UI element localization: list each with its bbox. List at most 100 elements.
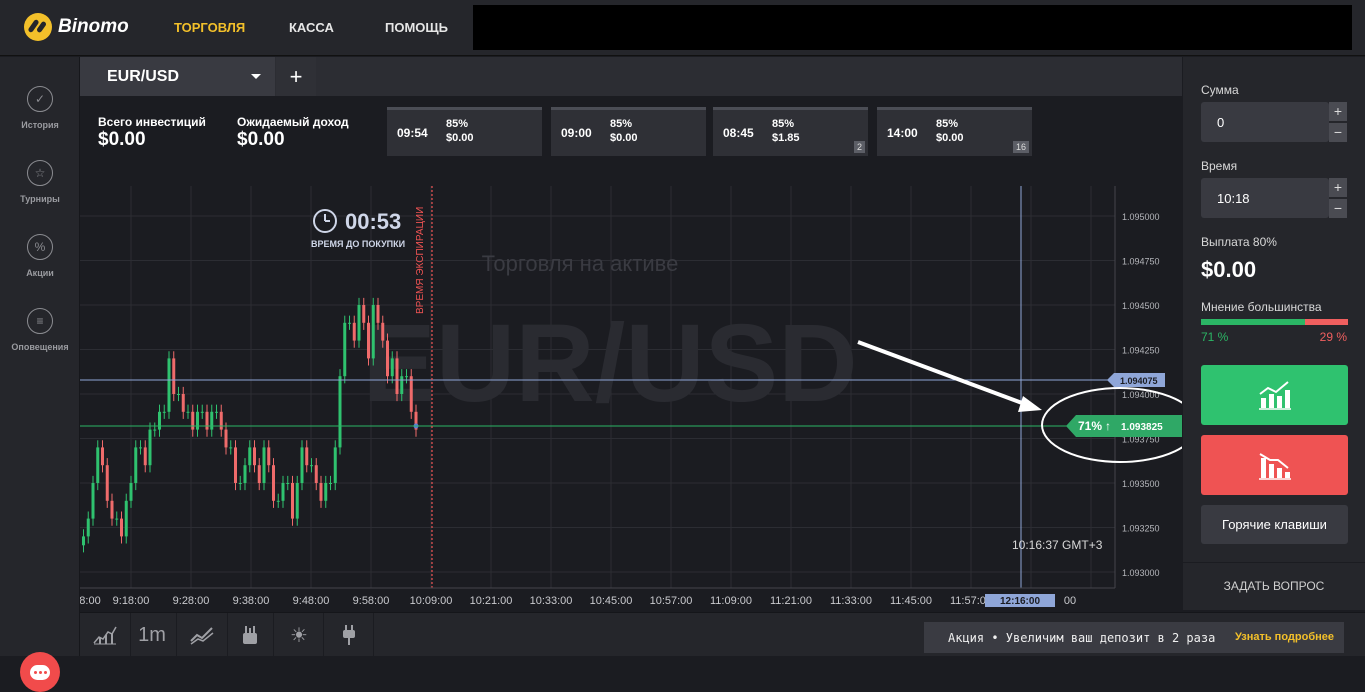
x-tick-label: 11:33:00 xyxy=(830,595,872,607)
chart-down-icon xyxy=(1258,453,1291,480)
candle-body xyxy=(115,518,119,520)
time-label: Время xyxy=(1201,159,1238,173)
annotation-arrowhead xyxy=(1018,396,1042,412)
sidebar-item-notifications[interactable]: ≡ Оповещения xyxy=(0,308,80,352)
redacted-area xyxy=(473,5,1352,50)
candle-body xyxy=(186,411,190,413)
binomo-logo[interactable]: Binomo xyxy=(24,13,129,41)
nav-cashier[interactable]: КАССА xyxy=(289,20,334,35)
annotation-arrow xyxy=(857,340,1031,408)
majority-tag: 71% xyxy=(1078,419,1102,433)
plugin-icon[interactable] xyxy=(330,620,368,650)
candle-body xyxy=(139,447,142,449)
sidebar-item-promotions[interactable]: % Акции xyxy=(0,234,80,278)
sidebar-item-history[interactable]: ✓ История xyxy=(0,86,80,130)
promo-text: Акция • Увеличим ваш депозит в 2 раза xyxy=(948,630,1216,645)
put-down-button[interactable] xyxy=(1201,435,1348,495)
candle-body xyxy=(409,376,413,412)
call-up-button[interactable] xyxy=(1201,365,1348,425)
drawing-tools-icon[interactable] xyxy=(231,620,269,650)
x-tick-label: 10:57:00 xyxy=(650,595,693,607)
watermark-subtitle: Торговля на активе xyxy=(482,251,679,276)
chart-area[interactable]: Всего инвестиций $0.00 Ожидаемый доход $… xyxy=(80,96,1182,610)
promo-more-link[interactable]: Узнать подробнее xyxy=(1235,631,1334,643)
candle-body xyxy=(324,483,328,501)
candle-body xyxy=(352,322,356,341)
candle-body xyxy=(105,465,109,501)
time-input[interactable]: 10:18 xyxy=(1201,178,1329,218)
x-tick-label: 9:48:00 xyxy=(293,595,330,607)
time-increase-button[interactable]: + xyxy=(1329,178,1347,197)
asset-tabs: EUR/USD + xyxy=(80,57,1182,96)
candle-body xyxy=(243,465,247,483)
majority-up-value: 71 % xyxy=(1201,330,1229,344)
add-tab-button[interactable]: + xyxy=(276,57,316,96)
time-decrease-button[interactable]: − xyxy=(1329,199,1347,218)
majority-bar-down xyxy=(1305,319,1348,325)
area-chart-icon[interactable] xyxy=(86,620,124,650)
candle-body xyxy=(238,483,242,484)
candle-body xyxy=(86,518,90,537)
candle-body xyxy=(167,358,171,412)
candle-body xyxy=(191,411,195,430)
sidebar-item-label: Акции xyxy=(26,268,54,278)
candle-body xyxy=(129,483,133,501)
candle-body xyxy=(177,394,180,395)
x-tick-label: 10:09:00 xyxy=(410,595,453,607)
sum-decrease-button[interactable]: − xyxy=(1329,123,1347,142)
y-tick-label: 1.093000 xyxy=(1122,568,1160,578)
candle-body xyxy=(257,465,261,483)
candle-body xyxy=(229,447,233,449)
candle-body xyxy=(286,483,290,484)
x-tick-label: 9:38:00 xyxy=(233,595,270,607)
candle-body xyxy=(362,305,366,323)
candle-body xyxy=(338,376,342,448)
candle-body xyxy=(295,483,299,519)
candle-body xyxy=(348,322,351,324)
theme-sun-icon[interactable]: ☀ xyxy=(280,620,318,650)
majority-bar-up xyxy=(1201,319,1306,325)
candle-body xyxy=(300,447,304,483)
tab-eurusd[interactable]: EUR/USD xyxy=(80,57,275,96)
sum-increase-button[interactable]: + xyxy=(1329,102,1347,121)
percent-icon: % xyxy=(27,234,53,260)
price-chart[interactable]: Торговля на активе EUR/USD ВРЕМЯ ЭКСПИРА… xyxy=(80,96,1182,610)
sidebar-item-label: Оповещения xyxy=(11,342,69,352)
sidebar-item-tournaments[interactable]: ☆ Турниры xyxy=(0,160,80,204)
x-tick-label: 10:33:00 xyxy=(530,595,573,607)
majority-label: Мнение большинства xyxy=(1201,300,1322,314)
nav-trading[interactable]: ТОРГОВЛЯ xyxy=(174,20,245,35)
x-tick-label: 8:00 xyxy=(80,595,101,607)
bottom-toolbar: 1m ☀ Акция • Увеличим ваш депозит в 2 ра… xyxy=(80,612,1365,657)
indicators-icon[interactable] xyxy=(183,620,221,650)
candle-body xyxy=(148,429,152,466)
candle-body xyxy=(367,322,370,359)
expiration-label: ВРЕМЯ ЭКСПИРАЦИИ xyxy=(415,207,426,314)
purchase-timer-label: ВРЕМЯ ДО ПОКУПКИ xyxy=(311,239,405,249)
trade-panel: Сумма 0 + − Время 10:18 + − Выплата 80% … xyxy=(1183,57,1365,610)
candle-body xyxy=(91,483,95,519)
chat-button[interactable] xyxy=(20,652,60,692)
sidebar-item-label: Турниры xyxy=(20,194,60,204)
promo-banner[interactable]: Акция • Увеличим ваш депозит в 2 раза Уз… xyxy=(924,622,1344,653)
candle-body xyxy=(143,447,147,466)
nav-help[interactable]: ПОМОЩЬ xyxy=(385,20,448,35)
candle-body xyxy=(272,465,275,501)
payout-value: $0.00 xyxy=(1201,257,1257,282)
candle-body xyxy=(386,340,389,377)
sidebar: ✓ История ☆ Турниры % Акции ≡ Оповещения xyxy=(0,57,80,692)
interval-button[interactable]: 1m xyxy=(133,620,171,650)
logo-text: Binomo xyxy=(58,16,129,37)
candle-body xyxy=(314,465,318,483)
ask-question-link[interactable]: ЗАДАТЬ ВОПРОС xyxy=(1183,579,1365,593)
divider xyxy=(1183,562,1365,563)
candle-body xyxy=(400,376,404,394)
chevron-down-icon[interactable] xyxy=(251,74,261,79)
y-tick-label: 1.094750 xyxy=(1122,257,1160,267)
y-tick-label: 1.093250 xyxy=(1122,524,1160,534)
sum-input[interactable]: 0 xyxy=(1201,102,1329,142)
hotkeys-button[interactable]: Горячие клавиши xyxy=(1201,505,1348,544)
candle-body xyxy=(319,483,323,501)
candle-body xyxy=(134,447,138,483)
server-clock: 10:16:37 GMT+3 xyxy=(1012,538,1103,552)
